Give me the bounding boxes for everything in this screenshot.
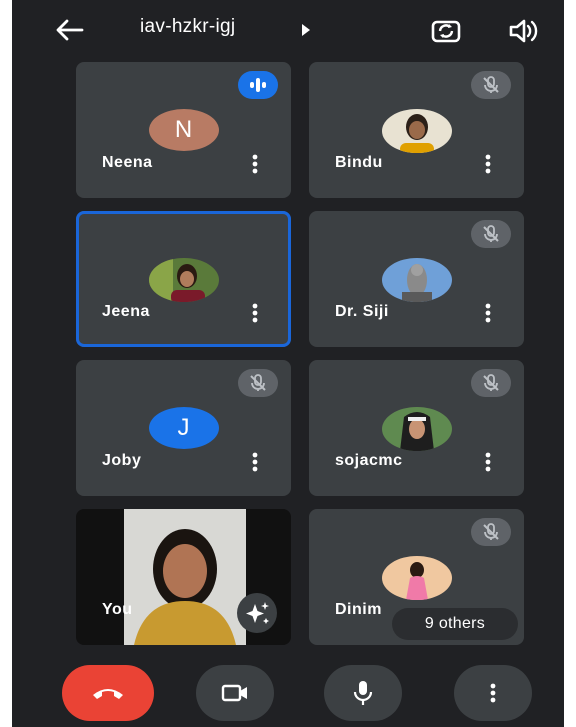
caret-right-icon[interactable] [301,24,311,36]
more-options-icon [490,683,496,703]
speaker-icon[interactable] [508,17,538,45]
self-video-icon [124,509,246,645]
participant-name: You [102,601,133,618]
avatar [381,258,452,302]
avatar-initial: J [177,414,190,441]
avatar: J [148,407,219,449]
more-vert-icon[interactable] [252,452,258,472]
mic-off-icon [483,225,499,242]
participant-tile-sojacmc[interactable]: sojacmc [309,360,524,496]
participant-tile-neena[interactable]: N Neena [76,62,291,198]
participant-name: Jeena [102,303,150,320]
muted-badge [471,220,511,248]
avatar-initial: N [174,116,193,143]
effects-button[interactable] [237,593,277,633]
end-call-button[interactable] [62,665,154,721]
avatar [148,258,219,302]
muted-badge [238,369,278,397]
more-vert-icon[interactable] [485,452,491,472]
avatar [381,109,452,153]
avatar: N [148,109,219,151]
avatar [381,556,452,600]
switch-camera-icon[interactable] [430,16,462,46]
meeting-code[interactable]: iav-hzkr-igj [140,16,235,38]
camera-icon [221,684,247,702]
top-bar: iav-hzkr-igj [12,0,564,60]
participant-name: Joby [102,452,142,469]
participant-tile-self[interactable]: You [76,509,291,645]
participant-name: sojacmc [335,452,403,469]
end-call-icon [93,689,123,699]
participant-tile-jeena[interactable]: Jeena [76,211,291,347]
profile-photo-icon [381,109,452,153]
participant-tile-bindu[interactable]: Bindu [309,62,524,198]
more-vert-icon[interactable] [485,154,491,174]
profile-photo-icon [148,258,219,302]
participant-name: Dinim [335,601,382,618]
more-options-button[interactable] [454,665,532,721]
audio-level-icon [250,78,266,92]
microphone-icon [353,681,373,705]
participant-tile-dr-siji[interactable]: Dr. Siji [309,211,524,347]
microphone-button[interactable] [324,665,402,721]
mic-off-icon [483,76,499,93]
participant-tile-joby[interactable]: J Joby [76,360,291,496]
participant-name: Neena [102,154,153,171]
more-vert-icon[interactable] [485,303,491,323]
muted-badge [471,518,511,546]
meet-call-screen: iav-hzkr-igj N Neena Bindu Jeena Dr. Sij… [12,0,564,727]
others-count-pill[interactable]: 9 others [392,608,518,640]
speaking-indicator [238,71,278,99]
mic-off-icon [250,374,266,391]
profile-photo-icon [381,407,452,451]
profile-photo-icon [381,556,452,600]
participant-name: Bindu [335,154,383,171]
mic-off-icon [483,374,499,391]
more-vert-icon[interactable] [252,303,258,323]
back-arrow-icon[interactable] [54,17,84,43]
participant-name: Dr. Siji [335,303,389,320]
avatar [381,407,452,451]
mic-off-icon [483,523,499,540]
muted-badge [471,369,511,397]
profile-photo-icon [381,258,452,302]
muted-badge [471,71,511,99]
camera-button[interactable] [196,665,274,721]
sparkle-icon [246,602,269,624]
more-vert-icon[interactable] [252,154,258,174]
self-video-feed [124,509,246,645]
